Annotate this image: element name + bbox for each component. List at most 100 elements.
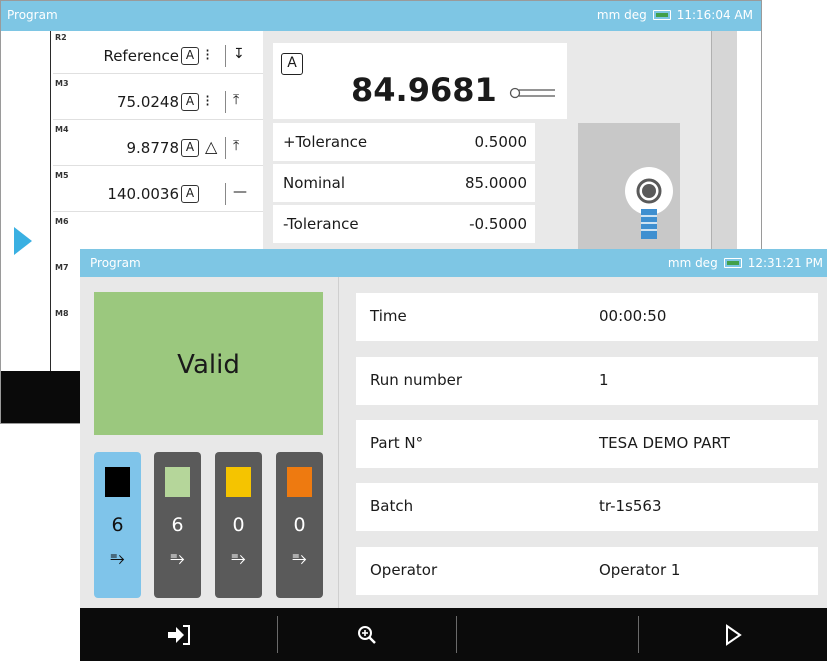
info-value: 00:00:50	[599, 307, 667, 325]
row-divider	[53, 73, 263, 74]
zoom-list-icon: ⥱	[170, 548, 185, 569]
result-status-text: Valid	[177, 350, 240, 380]
measurement-tag: M5	[55, 171, 69, 180]
back-units: mm deg	[596, 8, 647, 22]
info-row-run-number: Run number 1	[356, 357, 818, 405]
back-title-bar: Program mm deg 11:16:04 AM	[1, 1, 761, 31]
info-label: Operator	[370, 561, 438, 579]
front-window-title: Program	[90, 256, 141, 270]
tolerance-type-icon: —	[233, 184, 247, 200]
info-row-time: Time 00:00:50	[356, 293, 818, 341]
front-units: mm deg	[667, 256, 718, 270]
measurement-value: 9.8778	[126, 139, 180, 157]
separator	[225, 183, 226, 205]
distance-symbol-icon: ⁝	[205, 91, 211, 110]
measurement-tag: M6	[55, 217, 69, 226]
separator	[225, 91, 226, 113]
row-divider	[53, 119, 263, 120]
back-clock: 11:16:04 AM	[676, 8, 753, 22]
axis-a-badge: A	[181, 47, 199, 65]
zoom-list-icon: ⥱	[110, 548, 125, 569]
info-value: 1	[599, 371, 609, 389]
tolerance-value: 85.0000	[464, 174, 527, 192]
counter-tile-black[interactable]: 6 ⥱	[94, 452, 141, 598]
play-outline-icon	[726, 623, 742, 646]
counter-tile-yellow[interactable]: 0 ⥱	[215, 452, 262, 598]
measurement-row[interactable]: M5 140.0036 A —	[53, 171, 263, 213]
info-value: Operator 1	[599, 561, 681, 579]
exit-button[interactable]	[80, 608, 277, 661]
color-swatch	[165, 467, 190, 497]
front-title-bar: Program mm deg 12:31:21 PM	[80, 249, 827, 277]
measurement-tag: M4	[55, 125, 69, 134]
info-label: Run number	[370, 371, 463, 389]
info-row-batch: Batch tr-1s563	[356, 483, 818, 531]
empty-toolbar-slot[interactable]	[457, 608, 638, 661]
back-toolbar	[1, 371, 81, 423]
measurement-value: 75.0248	[116, 93, 179, 111]
info-label: Time	[370, 307, 407, 325]
axis-a-badge: A	[181, 139, 199, 157]
measurement-value: Reference	[103, 47, 179, 65]
back-window-title: Program	[7, 8, 58, 22]
tolerance-type-icon: ⤒	[233, 138, 240, 154]
tolerance-label: Nominal	[283, 174, 346, 192]
info-value: tr-1s563	[599, 497, 662, 515]
tolerance-value: 0.5000	[474, 133, 528, 151]
nominal-row: Nominal 85.0000	[273, 164, 535, 202]
run-info-panel: Time 00:00:50 Run number 1 Part N° TESA …	[339, 277, 827, 608]
info-label: Part N°	[370, 434, 424, 452]
separator	[225, 45, 226, 67]
current-step-arrow-icon	[14, 227, 32, 255]
gauge-head-icon	[625, 167, 673, 239]
axis-a-badge: A	[181, 185, 199, 203]
front-status-area: mm deg 12:31:21 PM	[668, 256, 823, 270]
zoom-button[interactable]	[278, 608, 456, 661]
counter-value: 6	[171, 514, 184, 536]
next-button[interactable]	[639, 608, 827, 661]
battery-icon	[723, 258, 742, 268]
measurement-tag: M8	[55, 309, 69, 318]
info-label: Batch	[370, 497, 414, 515]
measurement-row[interactable]: R2 Reference A ⁝ ↧	[53, 33, 263, 75]
result-status-box: Valid	[94, 292, 323, 435]
color-swatch	[105, 467, 130, 497]
row-divider	[53, 165, 263, 166]
measurement-tag: R2	[55, 33, 67, 42]
front-program-window: Program mm deg 12:31:21 PM Valid 6 ⥱ 6 ⥱…	[80, 249, 827, 661]
axis-a-badge: A	[181, 93, 199, 111]
tolerance-label: +Tolerance	[283, 133, 368, 151]
bottom-toolbar	[80, 608, 827, 661]
back-status-area: mm deg 11:16:04 AM	[597, 8, 753, 22]
measurement-row[interactable]: M3 75.0248 A ⁝ ⤒	[53, 79, 263, 121]
distance-symbol-icon: ⁝	[205, 45, 211, 64]
current-measurement-value: 84.9681	[351, 71, 497, 109]
probe-icon	[509, 87, 555, 99]
info-value: TESA DEMO PART	[599, 434, 730, 452]
color-swatch	[287, 467, 312, 497]
battery-icon	[652, 10, 671, 20]
front-clock: 12:31:21 PM	[747, 256, 823, 270]
tolerance-type-icon: ⤒	[233, 92, 240, 108]
plus-tolerance-row: +Tolerance 0.5000	[273, 123, 535, 161]
measurement-tag: M3	[55, 79, 69, 88]
measurement-row[interactable]: M4 9.8778 A △ ⤒	[53, 125, 263, 167]
zoom-list-icon: ⥱	[231, 548, 246, 569]
triangle-symbol-icon: △	[205, 137, 218, 156]
measurement-value: 140.0036	[107, 185, 179, 203]
zoom-in-icon	[358, 625, 376, 644]
counter-value: 0	[232, 514, 245, 536]
counter-value: 0	[293, 514, 306, 536]
color-swatch	[226, 467, 251, 497]
minus-tolerance-row: -Tolerance -0.5000	[273, 205, 535, 243]
counter-tile-green[interactable]: 6 ⥱	[154, 452, 201, 598]
exit-icon	[167, 624, 190, 645]
counter-value: 6	[111, 514, 124, 536]
list-divider	[50, 31, 51, 371]
zoom-list-icon: ⥱	[292, 548, 307, 569]
counter-tile-orange[interactable]: 0 ⥱	[276, 452, 323, 598]
info-row-operator: Operator Operator 1	[356, 547, 818, 595]
current-value-panel: A 84.9681	[273, 43, 567, 119]
tolerance-type-icon: ↧	[233, 46, 245, 62]
tolerance-label: -Tolerance	[283, 215, 359, 233]
